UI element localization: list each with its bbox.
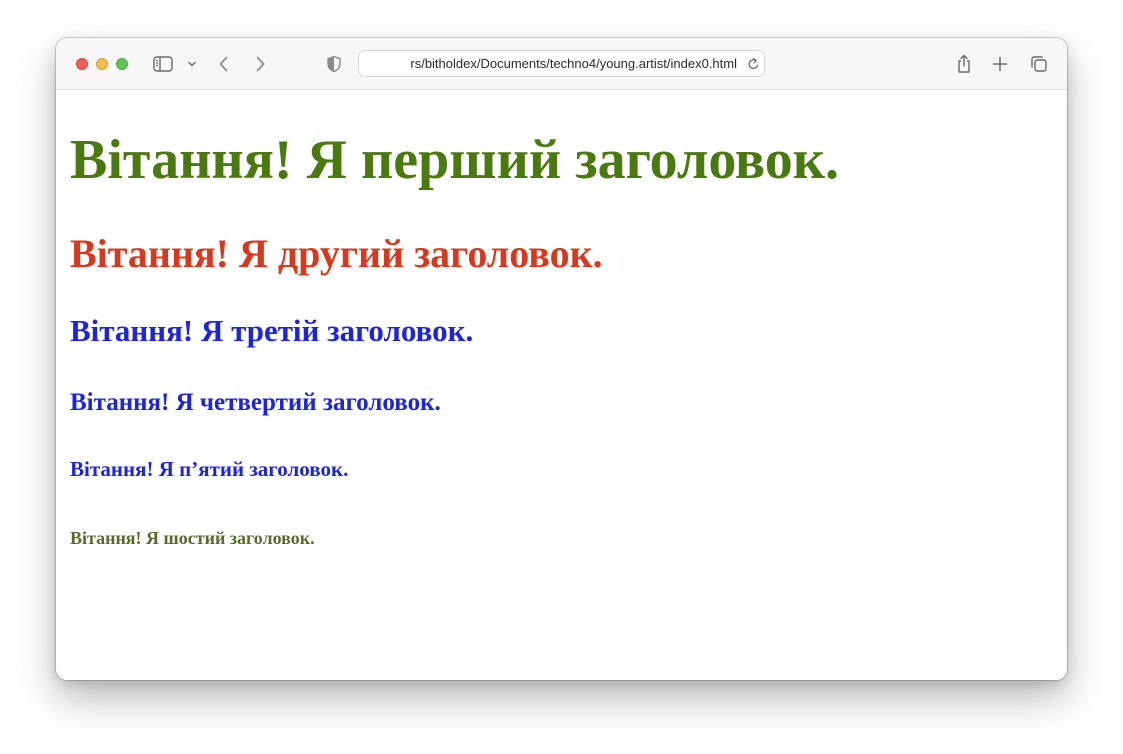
forward-button[interactable] [250,53,270,75]
browser-window: rs/bitholdex/Documents/techno4/young.art… [56,38,1067,680]
heading-6: Вітання! Я шостий заголовок. [70,528,315,548]
heading-5: Вітання! Я п’ятий заголовок. [70,457,349,481]
address-bar[interactable]: rs/bitholdex/Documents/techno4/young.art… [358,50,765,77]
heading-1: Вітання! Я перший заголовок. [70,129,840,191]
chevron-down-icon[interactable] [185,56,199,72]
zoom-window-button[interactable] [116,58,128,70]
chevron-left-icon [219,56,228,72]
browser-toolbar: rs/bitholdex/Documents/techno4/young.art… [56,38,1067,90]
chevron-right-icon [256,56,265,72]
page-content: Вітання! Я перший заголовок. Вітання! Я … [56,90,1067,680]
heading-3: Вітання! Я третій заголовок. [70,313,474,348]
plus-icon[interactable] [990,53,1010,75]
share-icon[interactable] [954,52,974,76]
url-text[interactable]: rs/bitholdex/Documents/techno4/young.art… [367,51,737,76]
heading-4: Вітання! Я четвертий заголовок. [70,389,441,416]
shield-icon[interactable] [324,53,344,75]
close-window-button[interactable] [76,58,88,70]
minimize-window-button[interactable] [96,58,108,70]
back-button[interactable] [214,53,234,75]
heading-2: Вітання! Я другий заголовок. [70,231,603,276]
reload-icon[interactable] [745,55,761,73]
sidebar-icon[interactable] [152,54,174,74]
tabs-icon[interactable] [1028,53,1050,75]
